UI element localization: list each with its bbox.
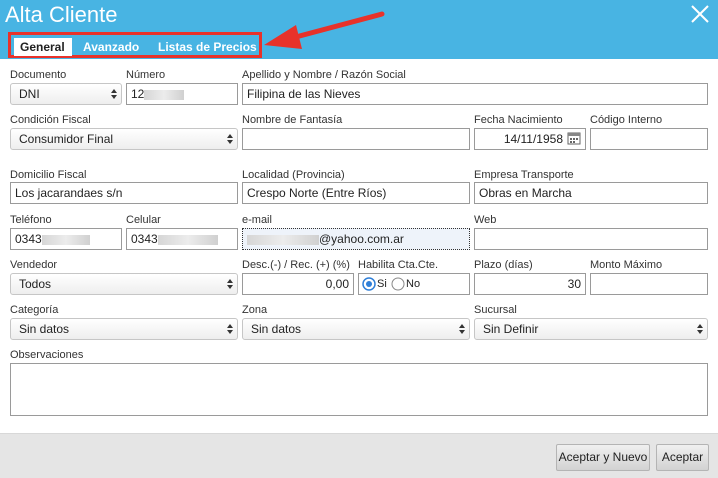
web-label: Web [474,214,497,226]
web-input[interactable] [474,228,708,250]
calendar-icon[interactable] [567,131,581,145]
zona-value: Sin datos [251,322,302,336]
localidad-label: Localidad (Provincia) [242,169,345,181]
numero-input[interactable]: 12 [126,83,238,105]
redacted-blur [157,234,218,245]
radio-no[interactable] [391,277,405,291]
documento-label: Documento [10,69,67,81]
transporte-label: Empresa Transporte [474,169,574,181]
transporte-input[interactable]: Obras en Marcha [474,182,708,204]
dialog-header: Alta Cliente General Avanzado Listas de … [0,0,718,59]
celular-label: Celular [126,214,161,226]
numero-label: Número [126,69,166,81]
email-value: @yahoo.com.ar [319,232,404,246]
desc-input[interactable]: 0,00 [242,273,354,295]
sucursal-value: Sin Definir [483,322,539,336]
red-arrow-annotation [264,11,385,49]
codigo-input[interactable] [590,128,708,150]
observaciones-textarea[interactable] [10,363,708,416]
tab-listas-de-precios[interactable]: Listas de Precios [158,38,257,56]
localidad-input[interactable]: Crespo Norte (Entre Ríos) [242,182,470,204]
codigo-label: Código Interno [590,114,663,126]
domicilio-input[interactable]: Los jacarandaes s/n [10,182,238,204]
select-arrows-icon [227,134,233,144]
telefono-value: 0343 [15,232,42,246]
accept-button[interactable]: Aceptar [656,444,709,471]
habilita-radio-group: Si No [358,273,470,295]
radio-si-label: Si [377,278,387,290]
tab-general[interactable]: General [14,38,72,56]
monto-label: Monto Máximo [590,259,663,271]
select-arrows-icon [227,324,233,334]
select-arrows-icon [111,89,117,99]
nacimiento-label: Fecha Nacimiento [474,114,563,126]
sucursal-select[interactable]: Sin Definir [474,318,708,340]
condicion-value: Consumidor Final [19,132,114,146]
dialog-title: Alta Cliente [5,2,118,27]
tabs-highlight-box: General Avanzado Listas de Precios [8,32,262,58]
select-arrows-icon [227,279,233,289]
sucursal-label: Sucursal [474,304,517,316]
documento-select[interactable]: DNI [10,83,122,105]
tab-avanzado[interactable]: Avanzado [83,38,139,56]
observaciones-label: Observaciones [10,349,84,361]
categoria-value: Sin datos [19,322,70,336]
close-icon[interactable] [690,4,710,24]
plazo-input[interactable]: 30 [474,273,586,295]
apellido-label: Apellido y Nombre / Razón Social [242,69,406,81]
vendedor-label: Vendedor [10,259,58,271]
documento-value: DNI [19,87,40,101]
habilita-label: Habilita Cta.Cte. [358,259,439,271]
zona-select[interactable]: Sin datos [242,318,470,340]
monto-input[interactable] [590,273,708,295]
radio-no-label: No [406,278,421,290]
select-arrows-icon [697,324,703,334]
celular-value: 0343 [131,232,158,246]
desc-label: Desc.(-) / Rec. (+) (%) [242,259,350,271]
email-input[interactable]: @yahoo.com.ar [242,228,470,250]
numero-value: 12 [131,87,145,101]
fantasia-label: Nombre de Fantasía [242,114,343,126]
accept-and-new-button[interactable]: Aceptar y Nuevo [556,444,650,471]
categoria-select[interactable]: Sin datos [10,318,238,340]
redacted-blur [144,89,185,100]
categoria-label: Categoría [10,304,59,316]
condicion-label: Condición Fiscal [10,114,91,126]
dialog-footer: Aceptar y Nuevo Aceptar [0,433,718,478]
redacted-blur [41,234,90,245]
telefono-input[interactable]: 0343 [10,228,122,250]
zona-label: Zona [242,304,268,316]
email-label: e-mail [242,214,272,226]
redacted-blur [247,234,319,245]
select-arrows-icon [459,324,465,334]
apellido-input[interactable]: Filipina de las Nieves [242,83,708,105]
vendedor-value: Todos [19,277,52,291]
domicilio-label: Domicilio Fiscal [10,169,87,181]
vendedor-select[interactable]: Todos [10,273,238,295]
telefono-label: Teléfono [10,214,52,226]
fantasia-input[interactable] [242,128,470,150]
celular-input[interactable]: 0343 [126,228,238,250]
plazo-label: Plazo (días) [474,259,533,271]
radio-si-selected[interactable] [362,277,376,291]
condicion-select[interactable]: Consumidor Final [10,128,238,150]
